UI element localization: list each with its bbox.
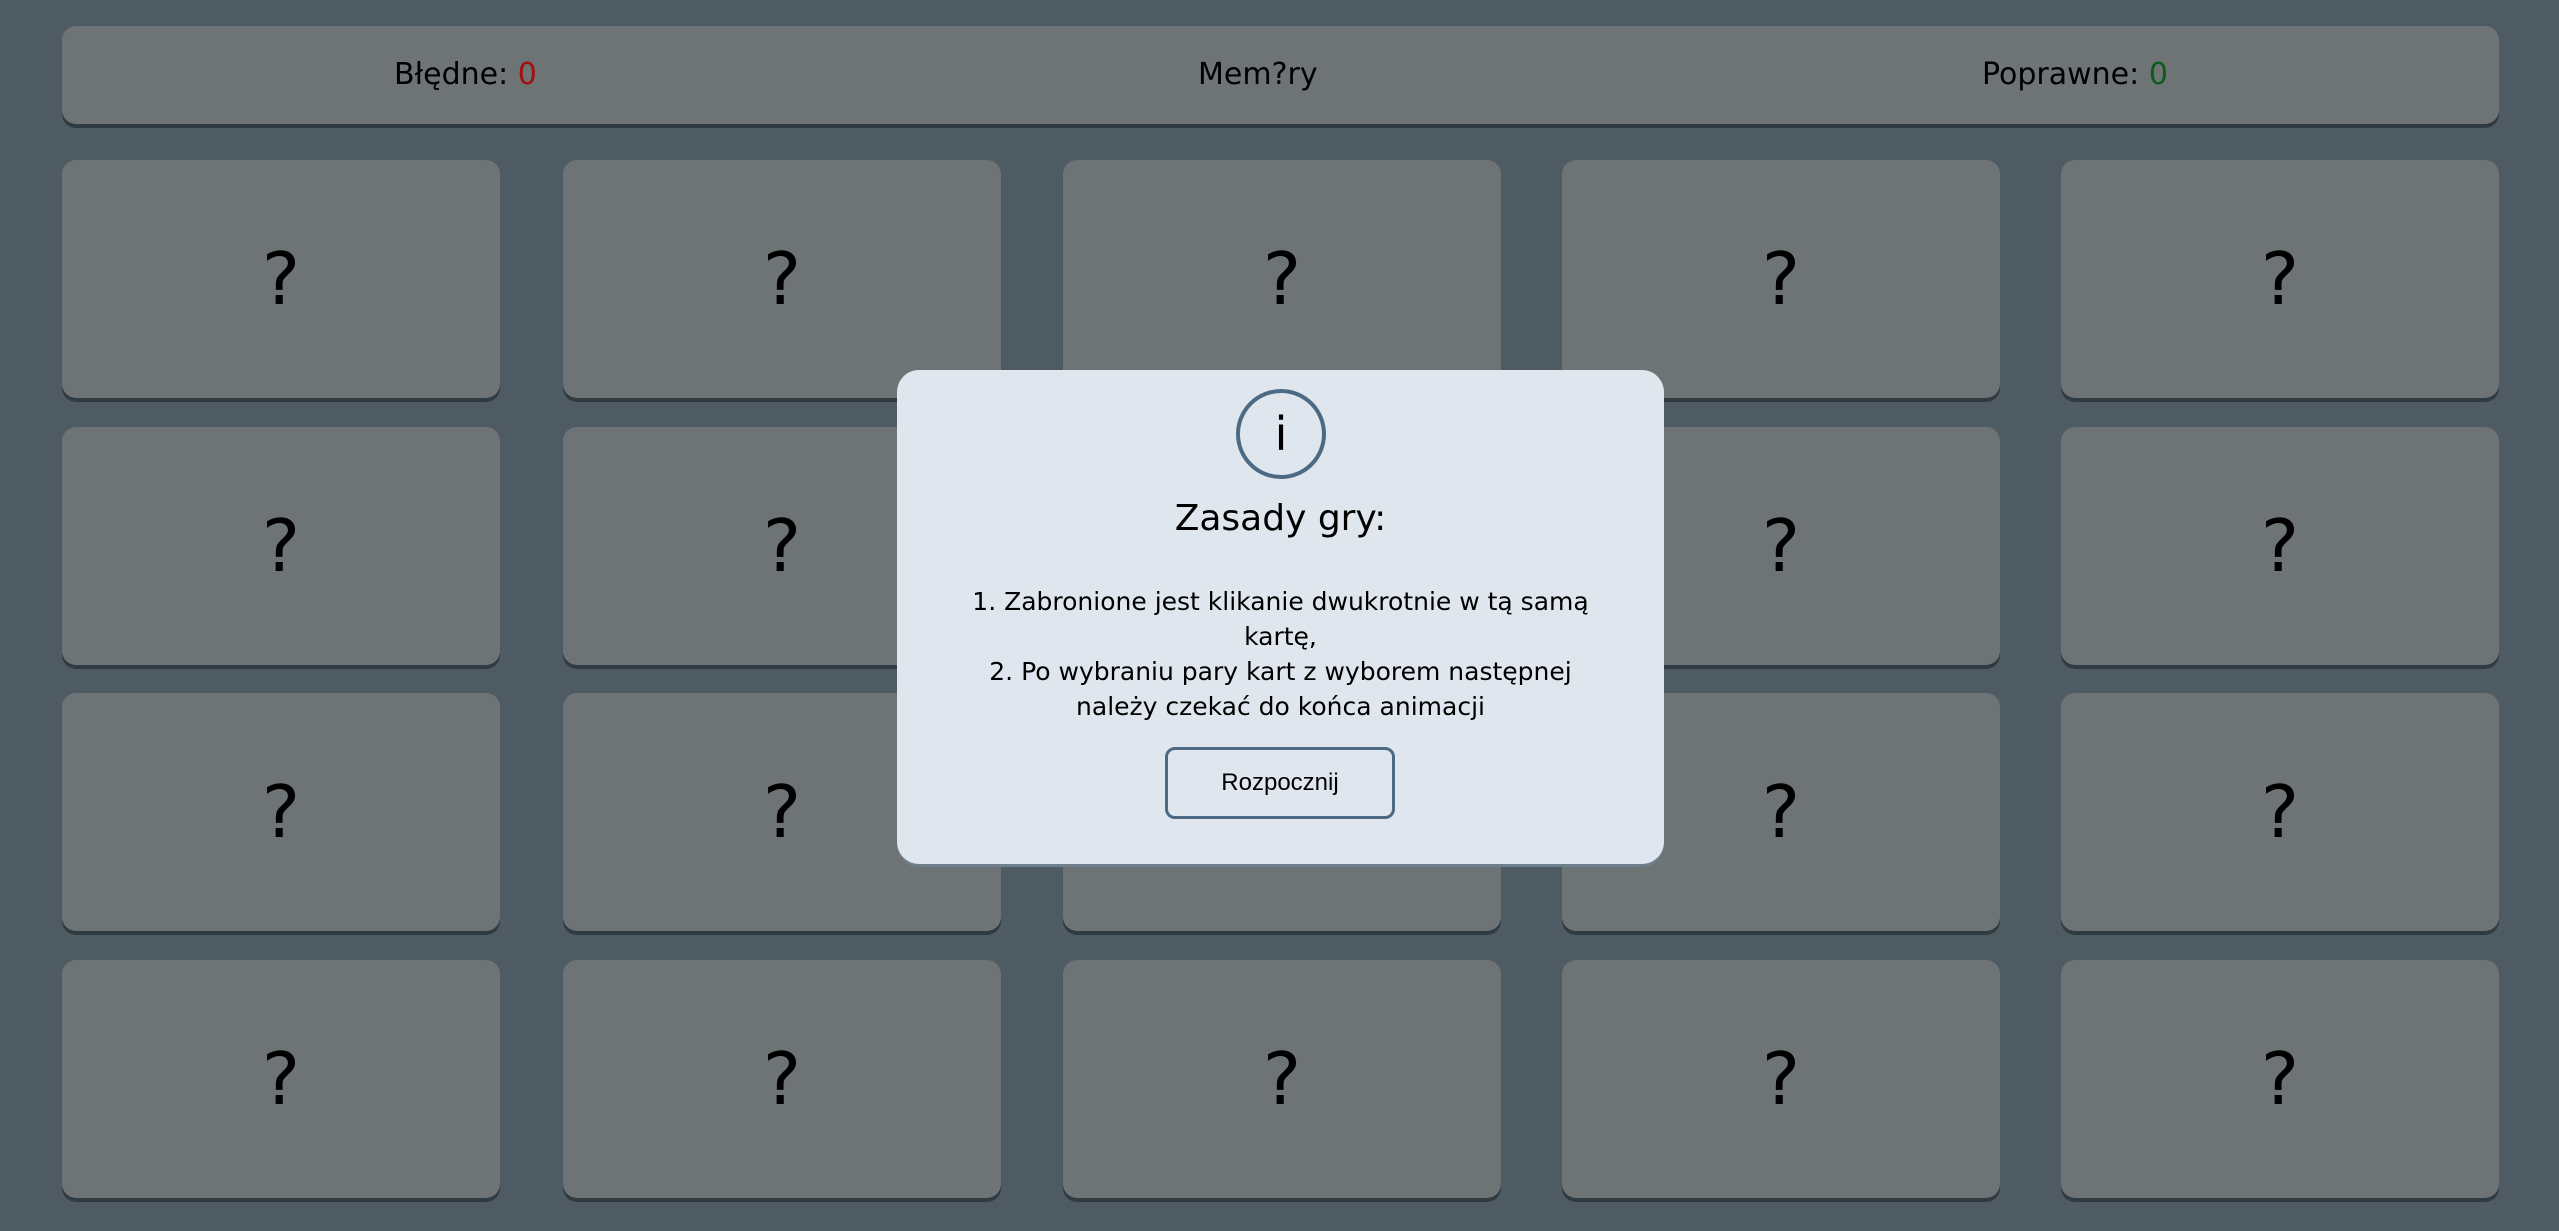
card-question-mark: ? bbox=[2260, 770, 2300, 854]
card-question-mark: ? bbox=[1262, 237, 1302, 321]
card-question-mark: ? bbox=[1761, 504, 1801, 588]
info-icon-glyph: i bbox=[1274, 407, 1288, 461]
modal-title: Zasady gry: bbox=[1174, 498, 1387, 539]
memory-card[interactable]: ? bbox=[62, 693, 500, 931]
memory-card[interactable]: ? bbox=[563, 160, 1001, 398]
rules-modal: i Zasady gry: 1. Zabronione jest klikani… bbox=[897, 370, 1664, 864]
memory-card[interactable]: ? bbox=[1063, 960, 1501, 1198]
start-button[interactable]: Rozpocznij bbox=[1165, 747, 1395, 819]
memory-card[interactable]: ? bbox=[2061, 427, 2499, 665]
card-question-mark: ? bbox=[2260, 1037, 2300, 1121]
card-question-mark: ? bbox=[1761, 237, 1801, 321]
memory-card[interactable]: ? bbox=[62, 427, 500, 665]
card-question-mark: ? bbox=[2260, 504, 2300, 588]
correct-counter: Poprawne: 0 bbox=[1982, 26, 2168, 124]
rule-2: 2. Po wybraniu pary kart z wyborem nastę… bbox=[989, 657, 1572, 721]
card-question-mark: ? bbox=[762, 237, 802, 321]
score-header: Błędne: 0 Mem?ry Poprawne: 0 bbox=[62, 26, 2499, 124]
card-question-mark: ? bbox=[261, 770, 301, 854]
rules-text: 1. Zabronione jest klikanie dwukrotnie w… bbox=[947, 584, 1614, 724]
card-question-mark: ? bbox=[2260, 237, 2300, 321]
wrong-count: 0 bbox=[517, 57, 537, 92]
card-question-mark: ? bbox=[762, 504, 802, 588]
memory-card[interactable]: ? bbox=[1562, 960, 2000, 1198]
memory-card[interactable]: ? bbox=[62, 160, 500, 398]
card-question-mark: ? bbox=[1761, 1037, 1801, 1121]
memory-card[interactable]: ? bbox=[1063, 160, 1501, 398]
card-question-mark: ? bbox=[1761, 770, 1801, 854]
card-question-mark: ? bbox=[261, 237, 301, 321]
memory-card[interactable]: ? bbox=[2061, 960, 2499, 1198]
card-question-mark: ? bbox=[762, 770, 802, 854]
rule-1: 1. Zabronione jest klikanie dwukrotnie w… bbox=[972, 587, 1589, 651]
card-question-mark: ? bbox=[1262, 1037, 1302, 1121]
card-question-mark: ? bbox=[762, 1037, 802, 1121]
memory-card[interactable]: ? bbox=[563, 960, 1001, 1198]
wrong-label: Błędne: bbox=[394, 57, 509, 92]
card-question-mark: ? bbox=[261, 1037, 301, 1121]
correct-label: Poprawne: bbox=[1982, 57, 2140, 92]
memory-card[interactable]: ? bbox=[1562, 160, 2000, 398]
wrong-counter: Błędne: 0 bbox=[394, 26, 537, 124]
info-icon: i bbox=[1236, 389, 1326, 479]
memory-card[interactable]: ? bbox=[62, 960, 500, 1198]
game-title: Mem?ry bbox=[1198, 57, 1318, 92]
memory-card[interactable]: ? bbox=[2061, 693, 2499, 931]
correct-count: 0 bbox=[2148, 57, 2168, 92]
memory-card[interactable]: ? bbox=[2061, 160, 2499, 398]
card-question-mark: ? bbox=[261, 504, 301, 588]
